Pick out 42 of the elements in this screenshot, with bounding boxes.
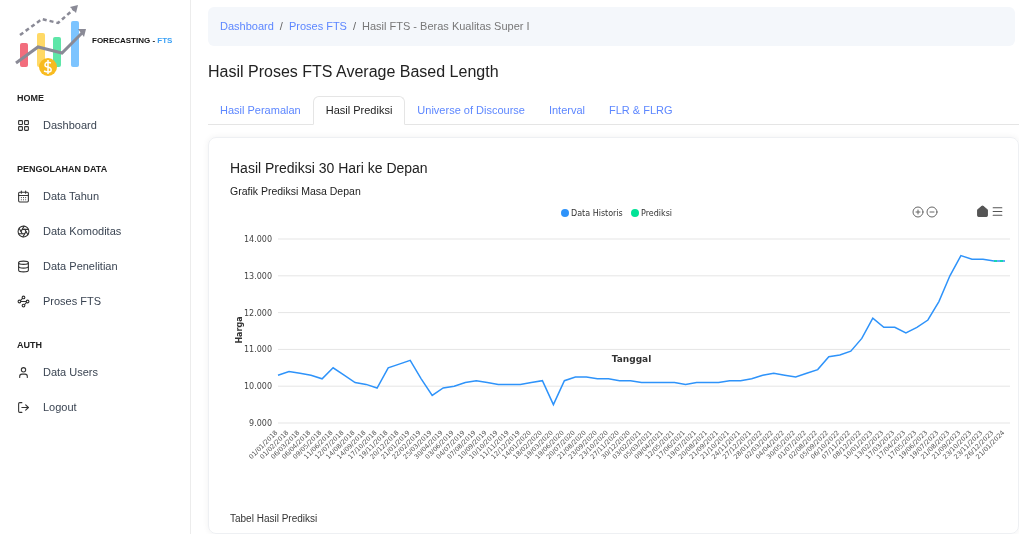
card-title: Hasil Prediksi 30 Hari ke Depan bbox=[230, 159, 429, 178]
calendar-icon bbox=[17, 190, 30, 203]
x-axis-title: Tanggal bbox=[611, 353, 652, 364]
aperture-icon bbox=[17, 225, 30, 238]
y-tick-label: 9.000 bbox=[249, 418, 272, 428]
zoom-in-icon[interactable] bbox=[912, 205, 924, 218]
section-heading: PENGOLAHAN DATA bbox=[17, 163, 109, 177]
sidebar-item[interactable]: Data Penelitian bbox=[17, 249, 190, 284]
dashboard-icon bbox=[17, 119, 30, 132]
page-title: Hasil Proses FTS Average Based Length bbox=[208, 62, 500, 82]
card-subtitle: Grafik Prediksi Masa Depan bbox=[230, 184, 362, 199]
home-icon[interactable] bbox=[976, 204, 989, 218]
breadcrumb-current: Hasil FTS - Beras Kualitas Super I bbox=[362, 19, 530, 35]
legend-label[interactable]: Prediksi bbox=[641, 208, 673, 218]
sidebar-item[interactable]: Logout bbox=[17, 390, 190, 425]
sidebar-item[interactable]: Data Komoditas bbox=[17, 214, 190, 249]
user-icon bbox=[17, 366, 30, 379]
logo-text: FORECASTING - FTS bbox=[92, 35, 173, 47]
y-tick-label: 10.000 bbox=[244, 381, 272, 391]
y-tick-label: 13.000 bbox=[244, 271, 272, 281]
sidebar-item[interactable]: Proses FTS bbox=[17, 284, 190, 319]
database-icon bbox=[17, 260, 30, 273]
legend-label[interactable]: Data Historis bbox=[571, 208, 623, 218]
tab[interactable]: Hasil Prediksi bbox=[312, 96, 406, 125]
y-tick-label: 12.000 bbox=[244, 308, 272, 318]
sidebar-item[interactable]: Data Users bbox=[17, 355, 190, 390]
y-tick-label: 14.000 bbox=[244, 234, 272, 244]
menu-icon[interactable] bbox=[991, 204, 1004, 218]
nodes-icon bbox=[17, 295, 30, 308]
sidebar-item[interactable]: Data Tahun bbox=[17, 179, 190, 214]
section-heading: AUTH bbox=[17, 339, 43, 353]
breadcrumb-separator: / bbox=[352, 19, 357, 35]
y-tick-label: 11.000 bbox=[244, 345, 272, 355]
zoom-out-icon[interactable] bbox=[926, 205, 938, 218]
table-title: Tabel Hasil Prediksi bbox=[230, 511, 319, 526]
y-axis-title: Harga bbox=[235, 316, 244, 344]
legend-marker[interactable] bbox=[631, 208, 639, 217]
sidebar-item[interactable]: Dashboard bbox=[17, 108, 190, 143]
breadcrumb-separator: / bbox=[279, 19, 283, 35]
section-heading: HOME bbox=[17, 92, 45, 106]
legend-marker[interactable] bbox=[561, 208, 569, 217]
logout-icon bbox=[17, 401, 30, 414]
